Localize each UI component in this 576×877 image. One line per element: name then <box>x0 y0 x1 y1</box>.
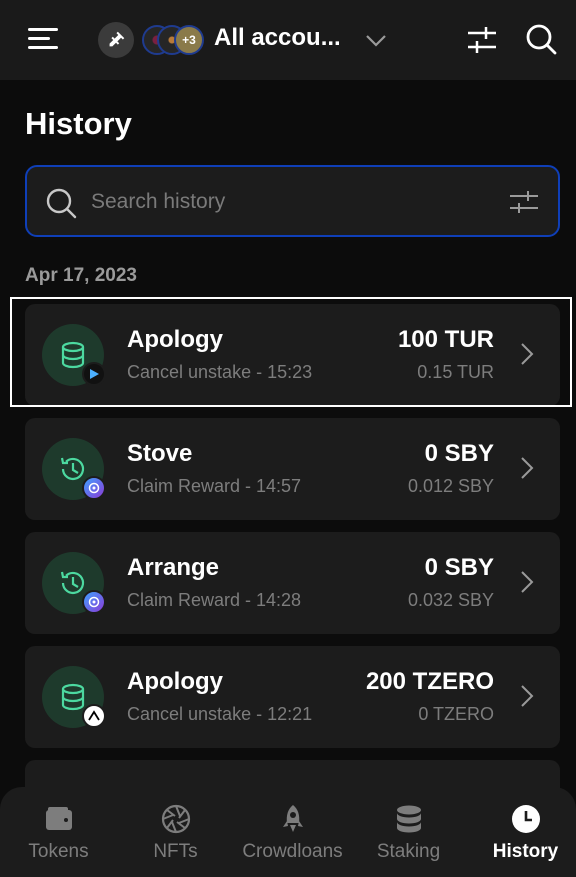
item-subtitle: Cancel unstake - 12:21 <box>127 704 313 724</box>
sby-token-icon <box>82 590 106 614</box>
account-avatars[interactable]: +3 <box>142 25 204 55</box>
search-history-input[interactable] <box>91 185 491 219</box>
database-icon <box>396 805 421 833</box>
search-icon[interactable] <box>524 22 558 56</box>
nav-tokens[interactable]: Tokens <box>1 787 116 877</box>
item-subtitle: Claim Reward - 14:57 <box>127 476 302 496</box>
nav-crowdloans[interactable]: Crowdloans <box>235 787 350 877</box>
search-history-box[interactable] <box>25 165 560 237</box>
chevron-right-icon <box>521 457 534 479</box>
item-fee: 0.032 SBY <box>407 590 494 610</box>
aperture-icon <box>161 804 190 834</box>
plug-icon[interactable] <box>98 22 134 58</box>
nav-history[interactable]: History <box>468 787 576 877</box>
history-item[interactable]: Stove Claim Reward - 14:57 0 SBY 0.012 S… <box>25 418 560 520</box>
chevron-right-icon <box>521 343 534 365</box>
page-title: History <box>25 106 132 141</box>
tzero-token-icon <box>82 704 106 728</box>
chevron-down-icon[interactable] <box>364 30 388 50</box>
item-amount: 100 TUR <box>397 326 494 353</box>
nav-label: Crowdloans <box>242 841 343 862</box>
tur-token-icon <box>82 362 106 386</box>
item-subtitle: Claim Reward - 14:28 <box>127 590 302 610</box>
item-amount: 200 TZERO <box>365 668 494 695</box>
item-fee: 0 TZERO <box>418 704 494 724</box>
search-icon <box>46 188 77 219</box>
rocket-icon <box>282 805 303 832</box>
nav-label: Staking <box>376 841 441 862</box>
nav-label: NFTs <box>153 841 198 862</box>
wallet-icon <box>45 807 72 830</box>
nav-label: History <box>492 841 559 862</box>
chevron-right-icon <box>521 685 534 707</box>
menu-icon[interactable] <box>28 26 58 52</box>
chevron-right-icon <box>521 571 534 593</box>
bottom-nav: Tokens NFTs Crowdloans Staking History <box>0 787 576 877</box>
account-selector-label[interactable]: All accou... <box>214 24 342 52</box>
top-bar: +3 All accou... <box>0 0 576 80</box>
filter-icon[interactable] <box>509 189 539 215</box>
more-accounts-badge: +3 <box>174 25 204 55</box>
filter-icon[interactable] <box>466 26 498 54</box>
history-item[interactable]: Arrange Claim Reward - 14:28 0 SBY 0.032… <box>25 532 560 634</box>
item-fee: 0.15 TUR <box>417 362 494 382</box>
history-item[interactable]: Apology Cancel unstake - 12:21 200 TZERO… <box>25 646 560 748</box>
clock-icon <box>511 805 540 833</box>
item-title: Apology <box>127 326 223 353</box>
item-title: Arrange <box>127 554 220 581</box>
item-subtitle: Cancel unstake - 15:23 <box>127 362 313 382</box>
item-title: Stove <box>127 440 193 467</box>
nav-label: Tokens <box>28 841 89 862</box>
nav-staking[interactable]: Staking <box>351 787 466 877</box>
item-amount: 0 SBY <box>424 554 494 581</box>
item-fee: 0.012 SBY <box>407 476 494 496</box>
date-group-label: Apr 17, 2023 <box>25 265 137 286</box>
history-item[interactable]: Apology Cancel unstake - 15:23 100 TUR 0… <box>25 304 560 406</box>
nav-nfts[interactable]: NFTs <box>118 787 233 877</box>
sby-token-icon <box>82 476 106 500</box>
item-title: Apology <box>127 668 223 695</box>
item-amount: 0 SBY <box>424 440 494 467</box>
